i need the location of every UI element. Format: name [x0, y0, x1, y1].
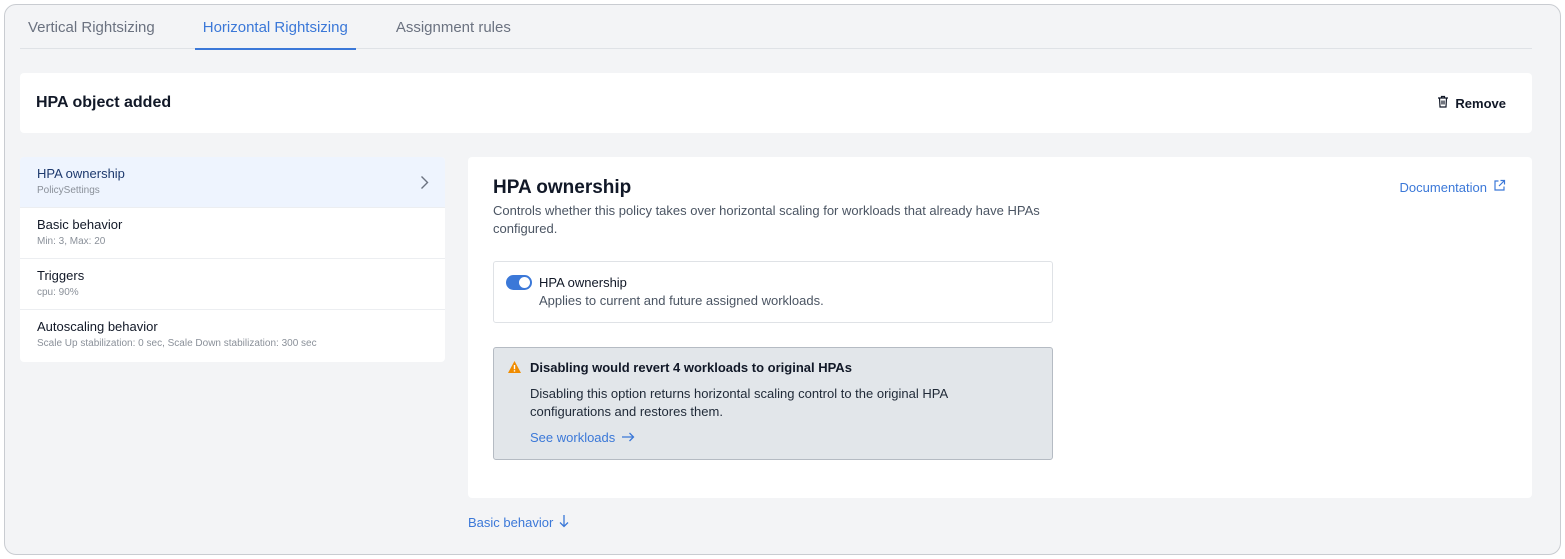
- documentation-link[interactable]: Documentation: [1400, 179, 1506, 195]
- toggle-knob: [519, 277, 530, 288]
- trash-icon: [1437, 95, 1449, 111]
- documentation-label: Documentation: [1399, 179, 1487, 195]
- external-link-icon: [1493, 179, 1506, 195]
- next-section-link[interactable]: Basic behavior: [468, 514, 569, 531]
- remove-button[interactable]: Remove: [1437, 95, 1506, 111]
- hpa-ownership-setting: HPA ownership Applies to current and fut…: [493, 261, 1053, 323]
- remove-label: Remove: [1455, 95, 1506, 111]
- nav-item-autoscaling-behavior[interactable]: Autoscaling behavior Scale Up stabilizat…: [20, 310, 445, 362]
- header-card: HPA object added Remove: [20, 73, 1532, 133]
- nav-item-basic-behavior[interactable]: Basic behavior Min: 3, Max: 20: [20, 208, 445, 259]
- tab-bar: Vertical Rightsizing Horizontal Rightsiz…: [20, 5, 1532, 50]
- nav-item-subtitle: PolicySettings: [37, 185, 100, 196]
- nav-item-subtitle: cpu: 90%: [37, 287, 79, 298]
- nav-item-title: Basic behavior: [37, 217, 123, 232]
- see-workloads-label: See workloads: [530, 430, 616, 445]
- page-title: HPA object added: [36, 94, 172, 111]
- next-section-label: Basic behavior: [468, 515, 554, 530]
- app-frame: Vertical Rightsizing Horizontal Rightsiz…: [4, 4, 1561, 555]
- tab-assignment-rules[interactable]: Assignment rules: [388, 5, 519, 49]
- tab-vertical-rightsizing[interactable]: Vertical Rightsizing: [20, 5, 163, 49]
- tab-horizontal-rightsizing[interactable]: Horizontal Rightsizing: [194, 5, 356, 50]
- nav-item-triggers[interactable]: Triggers cpu: 90%: [20, 259, 445, 310]
- arrow-right-icon: [621, 430, 635, 445]
- section-title: HPA ownership: [493, 177, 632, 198]
- see-workloads-link[interactable]: See workloads: [530, 430, 635, 445]
- section-description: Controls whether this policy takes over …: [493, 203, 1040, 236]
- toggle-description: Applies to current and future assigned w…: [539, 293, 824, 308]
- section-nav: HPA ownership PolicySettings Basic behav…: [20, 157, 445, 362]
- arrow-down-icon: [559, 514, 569, 531]
- nav-item-title: HPA ownership: [37, 166, 125, 181]
- toggle-label: HPA ownership: [539, 275, 627, 290]
- nav-item-subtitle: Min: 3, Max: 20: [37, 236, 106, 247]
- warning-icon: [507, 360, 522, 379]
- warning-text: Disabling this option returns horizontal…: [530, 386, 948, 419]
- detail-card: HPA ownership Controls whether this poli…: [468, 157, 1532, 498]
- warning-title: Disabling would revert 4 workloads to or…: [530, 360, 852, 375]
- nav-item-subtitle: Scale Up stabilization: 0 sec, Scale Dow…: [37, 338, 317, 349]
- nav-item-hpa-ownership[interactable]: HPA ownership PolicySettings: [20, 157, 445, 208]
- warning-callout: Disabling would revert 4 workloads to or…: [493, 347, 1053, 460]
- chevron-right-icon: [420, 175, 429, 195]
- hpa-ownership-toggle[interactable]: [506, 275, 532, 290]
- nav-item-title: Autoscaling behavior: [37, 319, 158, 334]
- nav-item-title: Triggers: [37, 268, 85, 283]
